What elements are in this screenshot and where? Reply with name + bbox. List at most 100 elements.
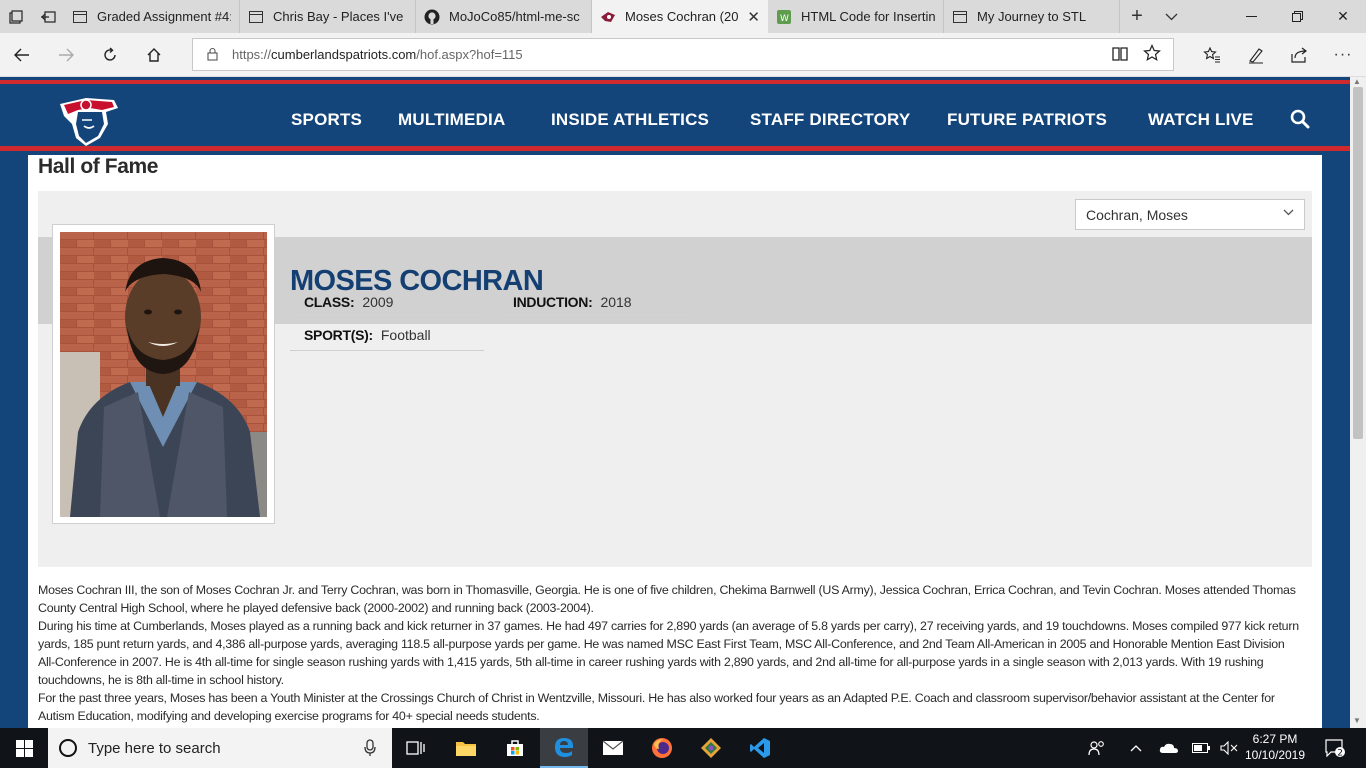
file-explorer-icon[interactable]: [442, 728, 490, 768]
close-window-icon[interactable]: ✕: [1320, 0, 1366, 33]
microphone-icon[interactable]: [364, 739, 376, 757]
battery-icon[interactable]: [1190, 728, 1212, 768]
tab-preview-icon[interactable]: [0, 0, 32, 33]
scroll-up-icon[interactable]: ▲: [1353, 77, 1361, 86]
bio-paragraph: For the past three years, Moses has been…: [38, 691, 1275, 723]
header-stripe-bottom: [0, 146, 1350, 151]
share-icon[interactable]: [1285, 41, 1313, 69]
mail-icon[interactable]: [589, 728, 637, 768]
induction-label: INDUCTION:: [513, 294, 593, 310]
browser-tab[interactable]: MoJoCo85/html-me-sc: [416, 0, 592, 33]
page-icon: [248, 9, 264, 25]
pen-notes-icon[interactable]: [1242, 41, 1270, 69]
browser-tab[interactable]: W HTML Code for Insertin: [768, 0, 944, 33]
tab-title: MoJoCo85/html-me-sc: [449, 9, 580, 24]
site-favicon-icon: W: [776, 9, 792, 25]
nav-sports[interactable]: SPORTS: [291, 110, 362, 130]
chevron-down-icon: [1283, 207, 1294, 219]
nav-multimedia[interactable]: MULTIMEDIA: [398, 110, 505, 130]
inductee-select[interactable]: Cochran, Moses: [1075, 199, 1305, 230]
sport-field: SPORT(S): Football: [290, 317, 484, 351]
address-bar[interactable]: https://cumberlandspatriots.com/hof.aspx…: [192, 38, 1174, 71]
people-icon[interactable]: [1084, 728, 1110, 768]
edge-browser-icon[interactable]: [540, 728, 588, 768]
home-icon[interactable]: [140, 41, 168, 69]
page-icon: [72, 9, 88, 25]
class-value: 2009: [362, 294, 394, 310]
taskbar-clock[interactable]: 6:27 PM 10/10/2019: [1240, 731, 1310, 763]
store-icon[interactable]: [491, 728, 539, 768]
favorite-star-icon[interactable]: [1143, 44, 1161, 67]
taskbar-search-placeholder: Type here to search: [88, 740, 221, 757]
volume-muted-icon[interactable]: [1218, 728, 1240, 768]
sport-value: Football: [380, 327, 431, 343]
tab-title: My Journey to STL: [977, 9, 1087, 24]
back-icon[interactable]: [8, 41, 36, 69]
nav-watch-live[interactable]: WATCH LIVE: [1148, 110, 1254, 130]
page-icon: [952, 9, 968, 25]
lock-icon: [207, 47, 218, 61]
patriots-logo[interactable]: [56, 94, 122, 148]
class-field: CLASS: 2009: [290, 284, 484, 318]
refresh-icon[interactable]: [96, 41, 124, 69]
page-scrollbar[interactable]: ▲ ▼: [1350, 77, 1366, 728]
browser-tab[interactable]: My Journey to STL: [944, 0, 1120, 33]
task-view-icon[interactable]: [392, 728, 440, 768]
github-icon: [424, 9, 440, 25]
induction-value: 2018: [600, 294, 632, 310]
windows-taskbar: Type here to search 6:27 PM 10/10/2019 2: [0, 728, 1366, 768]
tray-chevron-up-icon[interactable]: [1126, 728, 1146, 768]
url-host: cumberlandspatriots.com: [271, 47, 417, 62]
url-scheme: https://: [232, 47, 272, 62]
forward-icon[interactable]: [52, 41, 80, 69]
reading-view-icon[interactable]: [1111, 45, 1129, 68]
vscode-icon[interactable]: [736, 728, 784, 768]
onedrive-cloud-icon[interactable]: [1157, 728, 1181, 768]
clock-time: 6:27 PM: [1252, 732, 1298, 746]
browser-toolbar: https://cumberlandspatriots.com/hof.aspx…: [0, 33, 1366, 77]
tab-title: Chris Bay - Places I've li: [273, 9, 407, 24]
minimize-icon[interactable]: [1228, 0, 1274, 33]
bio-paragraph: During his time at Cumberlands, Moses pl…: [38, 619, 1299, 687]
windows-start-icon[interactable]: [0, 728, 48, 768]
search-icon[interactable]: [1289, 108, 1311, 130]
header-stripe-top: [0, 80, 1350, 84]
photo-frame: [52, 224, 275, 524]
url-path: /hof.aspx?hof=115: [416, 47, 523, 62]
page-title: Hall of Fame: [38, 155, 159, 178]
set-tabs-aside-icon[interactable]: [32, 0, 64, 33]
nav-inside-athletics[interactable]: INSIDE ATHLETICS: [551, 110, 709, 130]
web-page: SPORTS MULTIMEDIA INSIDE ATHLETICS STAFF…: [0, 77, 1366, 728]
svg-text:W: W: [780, 14, 789, 24]
tab-list-chevron-icon[interactable]: [1154, 0, 1188, 33]
sport-label: SPORT(S):: [304, 327, 373, 343]
git-tool-icon[interactable]: [687, 728, 735, 768]
action-center-icon[interactable]: 2: [1320, 728, 1350, 768]
cortana-icon: [59, 739, 77, 757]
class-label: CLASS:: [304, 294, 355, 310]
new-tab-icon[interactable]: +: [1120, 0, 1154, 33]
more-menu-icon[interactable]: ···: [1329, 41, 1357, 69]
browser-tab[interactable]: Graded Assignment #4:: [64, 0, 240, 33]
browser-tab[interactable]: Chris Bay - Places I've li: [240, 0, 416, 33]
nav-future-patriots[interactable]: FUTURE PATRIOTS: [947, 110, 1107, 130]
site-header: SPORTS MULTIMEDIA INSIDE ATHLETICS STAFF…: [0, 86, 1350, 146]
athlete-photo: [60, 232, 267, 517]
nav-staff-directory[interactable]: STAFF DIRECTORY: [750, 110, 910, 130]
scrollbar-thumb[interactable]: [1353, 87, 1363, 439]
hof-content: Hall of Fame Cochran, Moses MOSES COCHRA…: [28, 155, 1322, 728]
browser-tab-active[interactable]: Moses Cochran (20 ✕: [592, 0, 768, 33]
patriots-favicon-icon: [600, 9, 616, 25]
notification-count: 2: [1337, 749, 1343, 758]
scroll-down-icon[interactable]: ▼: [1353, 716, 1361, 725]
tab-title: HTML Code for Insertin: [801, 9, 935, 24]
firefox-icon[interactable]: [638, 728, 686, 768]
close-tab-icon[interactable]: ✕: [747, 8, 760, 26]
bio-paragraph: Moses Cochran III, the son of Moses Coch…: [38, 583, 1296, 615]
inductee-select-value: Cochran, Moses: [1086, 207, 1188, 223]
clock-date: 10/10/2019: [1244, 748, 1306, 762]
bio-text: Moses Cochran III, the son of Moses Coch…: [38, 581, 1303, 725]
restore-icon[interactable]: [1274, 0, 1320, 33]
favorites-hub-icon[interactable]: [1198, 41, 1226, 69]
taskbar-search-box[interactable]: Type here to search: [48, 728, 392, 768]
